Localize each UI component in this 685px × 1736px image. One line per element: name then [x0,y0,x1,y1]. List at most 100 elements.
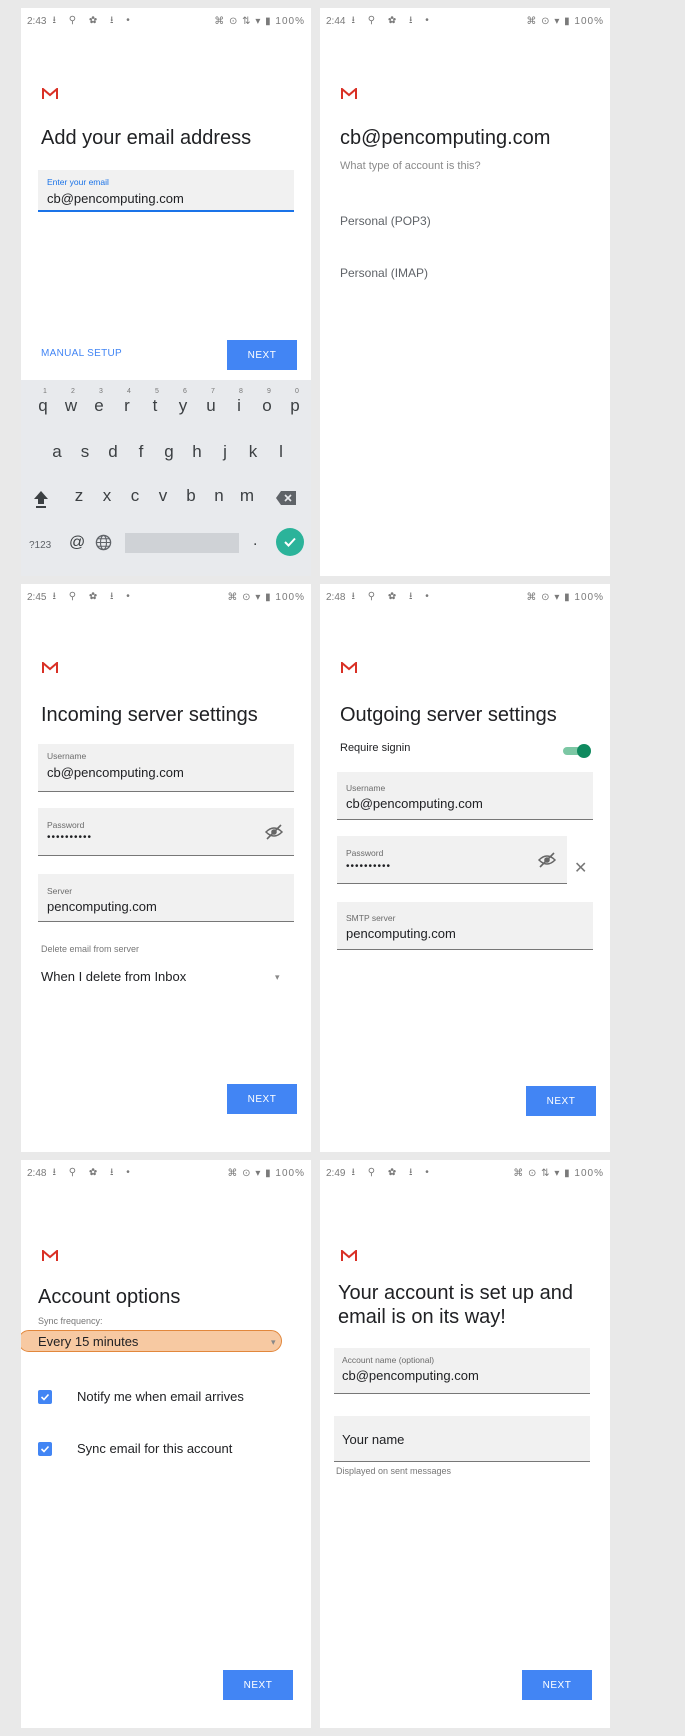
status-right: ⌘ ⊙ ▾ ▮ 100% [526,591,604,603]
key-p[interactable]: p [283,396,307,416]
status-indicators: ⭳ ⚲ ✿ ⭳ • [351,1166,434,1178]
key-j[interactable]: j [213,442,237,462]
your-name-placeholder: Your name [342,1432,405,1447]
email-field-label: Enter your email [47,177,109,187]
key-l[interactable]: l [269,442,293,462]
email-field-value: cb@pencomputing.com [47,191,184,206]
key-n[interactable]: n [207,486,231,506]
key-hint: 1 [43,388,47,395]
key-h[interactable]: h [185,442,209,462]
server-field[interactable]: Server pencomputing.com [38,874,294,922]
key-hint: 9 [267,388,271,395]
at-key[interactable]: @ [69,534,85,552]
spacebar[interactable] [125,533,239,553]
screen-incoming-server: 2:45 ⭳ ⚲ ✿ ⭳ • ⌘ ⊙ ▾ ▮ 100% Incoming ser… [21,584,311,1152]
account-name-value: cb@pencomputing.com [342,1368,479,1383]
visibility-off-icon[interactable] [537,850,557,870]
status-time: 2:44 [326,15,346,27]
key-hint: 2 [71,388,75,395]
key-q[interactable]: q [31,396,55,416]
globe-icon[interactable] [95,534,112,551]
gmail-m-icon [42,1250,58,1261]
status-bar: 2:45 ⭳ ⚲ ✿ ⭳ • ⌘ ⊙ ▾ ▮ 100% [21,584,311,610]
key-r[interactable]: r [115,396,139,416]
server-value: pencomputing.com [47,899,157,914]
require-signin-toggle[interactable] [562,744,592,758]
key-s[interactable]: s [73,442,97,462]
status-time: 2:43 [27,15,47,27]
sync-email-label: Sync email for this account [77,1441,233,1456]
screen-account-type: 2:44 ⭳ ⚲ ✿ ⭳ • ⌘ ⊙ ▾ ▮ 100% cb@pencomput… [320,8,610,576]
dropdown-arrow-icon[interactable]: ▾ [275,972,280,983]
next-button[interactable]: NEXT [522,1670,592,1700]
manual-setup-link[interactable]: MANUAL SETUP [41,348,122,359]
status-right: ⌘ ⊙ ▾ ▮ 100% [526,15,604,27]
key-y[interactable]: y [171,396,195,416]
username-value: cb@pencomputing.com [346,796,483,811]
key-v[interactable]: v [151,486,175,506]
key-k[interactable]: k [241,442,265,462]
page-title: Outgoing server settings [340,704,557,726]
status-time: 2:49 [326,1167,346,1179]
key-b[interactable]: b [179,486,203,506]
your-name-field[interactable]: Your name [334,1416,590,1462]
shift-icon[interactable] [33,490,49,508]
page-title-line2: email is on its way! [338,1306,506,1328]
checkmark-icon [40,1393,50,1401]
visibility-off-icon[interactable] [264,822,284,842]
notify-checkbox[interactable] [38,1390,52,1404]
key-m[interactable]: m [235,486,259,506]
key-d[interactable]: d [101,442,125,462]
next-button[interactable]: NEXT [227,1084,297,1114]
status-right: ⌘ ⊙ ▾ ▮ 100% [227,1167,305,1179]
key-o[interactable]: o [255,396,279,416]
dropdown-arrow-icon[interactable]: ▾ [271,1337,276,1348]
status-right: ⌘ ⊙ ⇅ ▾ ▮ 100% [214,15,305,27]
require-signin-label: Require signin [340,742,411,754]
screen-add-email: 2:43 ⭳ ⚲ ✿ ⭳ • ⌘ ⊙ ⇅ ▾ ▮ 100% Add your e… [21,8,311,576]
key-u[interactable]: u [199,396,223,416]
next-button[interactable]: NEXT [223,1670,293,1700]
key-a[interactable]: a [45,442,69,462]
password-field[interactable]: Password •••••••••• [38,808,294,856]
smtp-server-field[interactable]: SMTP server pencomputing.com [337,902,593,950]
option-pop3[interactable]: Personal (POP3) [340,214,431,228]
sync-frequency-dropdown[interactable]: Every 15 minutes [38,1334,138,1349]
key-f[interactable]: f [129,442,153,462]
username-field[interactable]: Username cb@pencomputing.com [337,772,593,820]
key-g[interactable]: g [157,442,181,462]
close-icon[interactable]: ✕ [574,858,587,878]
option-imap[interactable]: Personal (IMAP) [340,266,428,280]
status-right: ⌘ ⊙ ⇅ ▾ ▮ 100% [513,1167,604,1179]
screen-account-options: 2:48 ⭳ ⚲ ✿ ⭳ • ⌘ ⊙ ▾ ▮ 100% Account opti… [21,1160,311,1728]
sync-email-checkbox[interactable] [38,1442,52,1456]
key-x[interactable]: x [95,486,119,506]
page-title: Incoming server settings [41,704,258,726]
password-label: Password [47,820,85,830]
key-hint: 8 [239,388,243,395]
period-key[interactable]: . [253,532,257,550]
password-field[interactable]: Password •••••••••• [337,836,567,884]
keyboard: 1 2 3 4 5 6 7 8 9 0 q w e r t y u i o p … [21,380,311,576]
key-c[interactable]: c [123,486,147,506]
key-hint: 5 [155,388,159,395]
key-hint: 6 [183,388,187,395]
enter-key[interactable] [276,528,304,556]
key-t[interactable]: t [143,396,167,416]
checkmark-icon [284,537,296,547]
key-e[interactable]: e [87,396,111,416]
email-field[interactable]: Enter your email cb@pencomputing.com [38,170,294,212]
key-w[interactable]: w [59,396,83,416]
key-i[interactable]: i [227,396,251,416]
gmail-m-icon [341,88,357,99]
backspace-icon[interactable] [275,490,297,506]
next-button[interactable]: NEXT [227,340,297,370]
account-name-field[interactable]: Account name (optional) cb@pencomputing.… [334,1348,590,1394]
symbols-key[interactable]: ?123 [29,540,51,551]
gmail-m-icon [42,662,58,673]
next-button[interactable]: NEXT [526,1086,596,1116]
username-label: Username [346,783,386,793]
key-z[interactable]: z [67,486,91,506]
username-field[interactable]: Username cb@pencomputing.com [38,744,294,792]
delete-email-dropdown[interactable]: When I delete from Inbox [41,969,186,984]
